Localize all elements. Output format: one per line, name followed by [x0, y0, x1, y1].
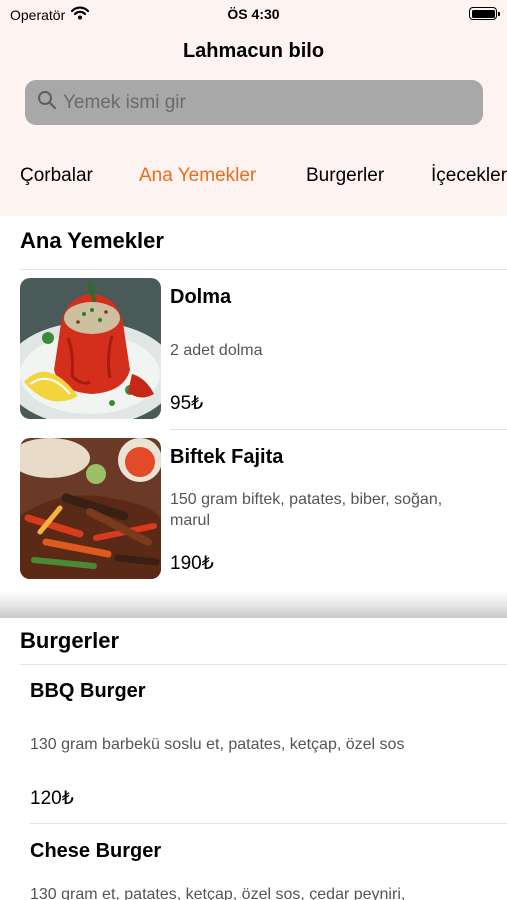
tab-burgerler[interactable]: Burgerler: [306, 165, 384, 187]
item-name: Dolma: [170, 286, 232, 308]
menu-item-chese-burger[interactable]: Chese Burger 130 gram et, patates, ketça…: [0, 828, 507, 900]
divider: [170, 429, 507, 430]
item-description: 130 gram et, patates, ketçap, özel sos, …: [30, 886, 406, 900]
item-name: Biftek Fajita: [170, 446, 284, 468]
item-price: 190₺: [170, 553, 214, 574]
tab-ana-yemekler[interactable]: Ana Yemekler: [139, 165, 256, 187]
item-name: BBQ Burger: [30, 680, 146, 702]
battery-icon: [469, 7, 500, 20]
item-price: 95₺: [170, 393, 204, 414]
tab-icecekler[interactable]: İçecekler: [431, 165, 507, 187]
stuffed-pepper-image: [20, 278, 161, 419]
divider: [30, 823, 507, 824]
header-area: Operatör ÖS 4:30 Lahmacun bilo Çorbalar: [0, 0, 507, 216]
beef-fajita-image: [20, 438, 161, 579]
search-input[interactable]: [63, 91, 463, 114]
item-price: 120₺: [30, 788, 74, 809]
search-icon: [37, 90, 57, 115]
item-description: 130 gram barbekü soslu et, patates, ketç…: [30, 736, 405, 753]
section-title: Ana Yemekler: [20, 228, 164, 253]
status-bar: Operatör ÖS 4:30: [0, 0, 507, 28]
category-tabs: Çorbalar Ana Yemekler Burgerler İçecekle…: [0, 165, 507, 199]
divider: [20, 664, 507, 665]
divider: [20, 269, 507, 270]
nav-title: Lahmacun bilo: [182, 40, 325, 62]
section-ana-yemekler: Ana Yemekler Dolma 2 adet dolma 95₺ Bift…: [0, 216, 507, 592]
section-separator: [0, 592, 507, 618]
menu-item-biftek-fajita[interactable]: Biftek Fajita 150 gram biftek, patates, …: [0, 438, 507, 588]
menu-item-dolma[interactable]: Dolma 2 adet dolma 95₺: [0, 278, 507, 428]
tab-corbalar[interactable]: Çorbalar: [20, 165, 93, 187]
item-description: 150 gram biftek, patates, biber, soğan, …: [170, 491, 443, 529]
item-description: 2 adet dolma: [170, 342, 263, 359]
section-burgerler: Burgerler BBQ Burger 130 gram barbekü so…: [0, 618, 507, 900]
section-title: Burgerler: [20, 628, 120, 653]
status-right: [469, 7, 500, 20]
status-time: ÖS 4:30: [227, 6, 280, 22]
item-name: Chese Burger: [30, 840, 162, 862]
search-bar[interactable]: [25, 80, 483, 125]
menu-item-bbq-burger[interactable]: BBQ Burger 130 gram barbekü soslu et, pa…: [0, 668, 507, 818]
